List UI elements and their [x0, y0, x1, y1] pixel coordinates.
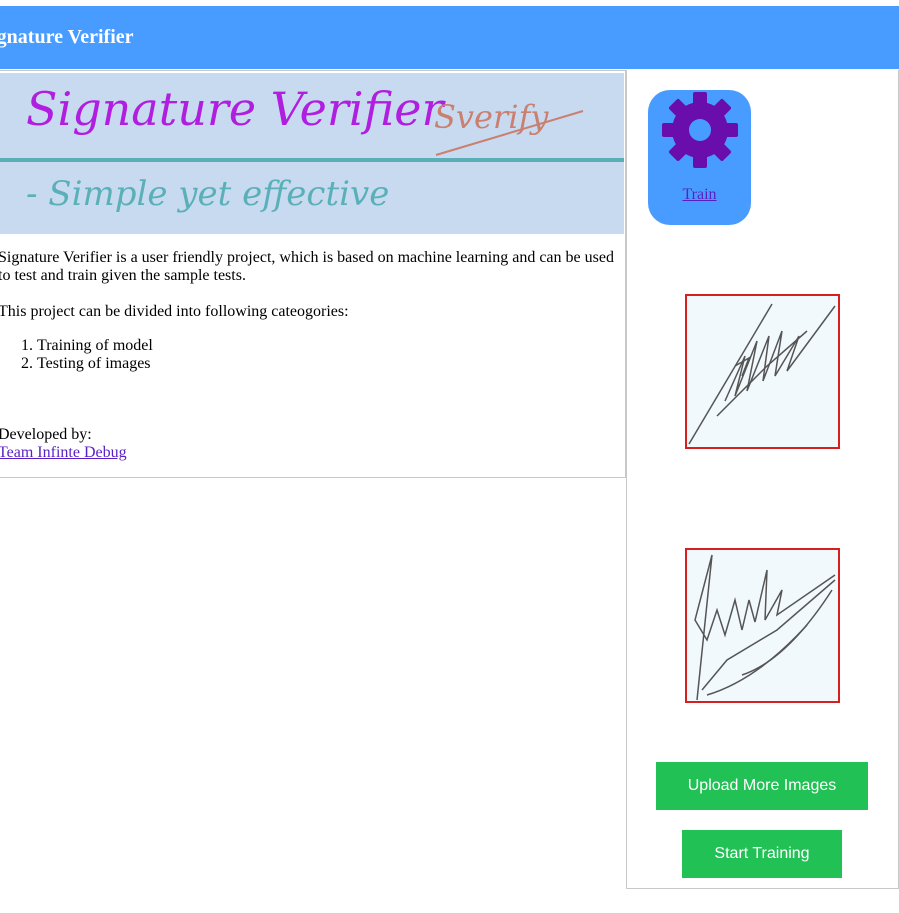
banner-logo: Sverify: [434, 98, 549, 136]
category-list: Training of model Testing of images: [0, 337, 620, 373]
sidebar: Train Upload More Images Start Training: [626, 70, 899, 889]
start-training-button[interactable]: Start Training: [682, 830, 842, 878]
banner-tagline: - Simple yet effective: [26, 174, 389, 214]
team-link[interactable]: Team Infinte Debug: [0, 444, 127, 461]
signature-thumbnail[interactable]: [685, 548, 840, 703]
banner-heading: Signature Verifier: [26, 82, 446, 136]
banner-image: Signature Verifier Sverify - Simple yet …: [0, 73, 624, 234]
signature-thumbnail[interactable]: [685, 294, 840, 449]
developer-info: Developed by: Team Infinte Debug: [0, 426, 127, 462]
main-panel: Signature Verifier Sverify - Simple yet …: [0, 70, 626, 478]
gear-icon: [662, 92, 738, 168]
train-tile[interactable]: Train: [648, 90, 751, 225]
upload-images-button[interactable]: Upload More Images: [656, 762, 868, 810]
intro-text: Signature Verifier is a user friendly pr…: [0, 249, 614, 284]
project-description: Signature Verifier is a user friendly pr…: [0, 249, 620, 373]
developer-label: Developed by:: [0, 426, 92, 443]
app-header: Signature Verifier: [0, 6, 899, 69]
categories-intro: This project can be divided into followi…: [0, 303, 349, 320]
train-link[interactable]: Train: [648, 186, 751, 204]
app-title: Signature Verifier: [0, 26, 134, 48]
list-item: Training of model: [37, 337, 620, 355]
list-item: Testing of images: [37, 355, 620, 373]
